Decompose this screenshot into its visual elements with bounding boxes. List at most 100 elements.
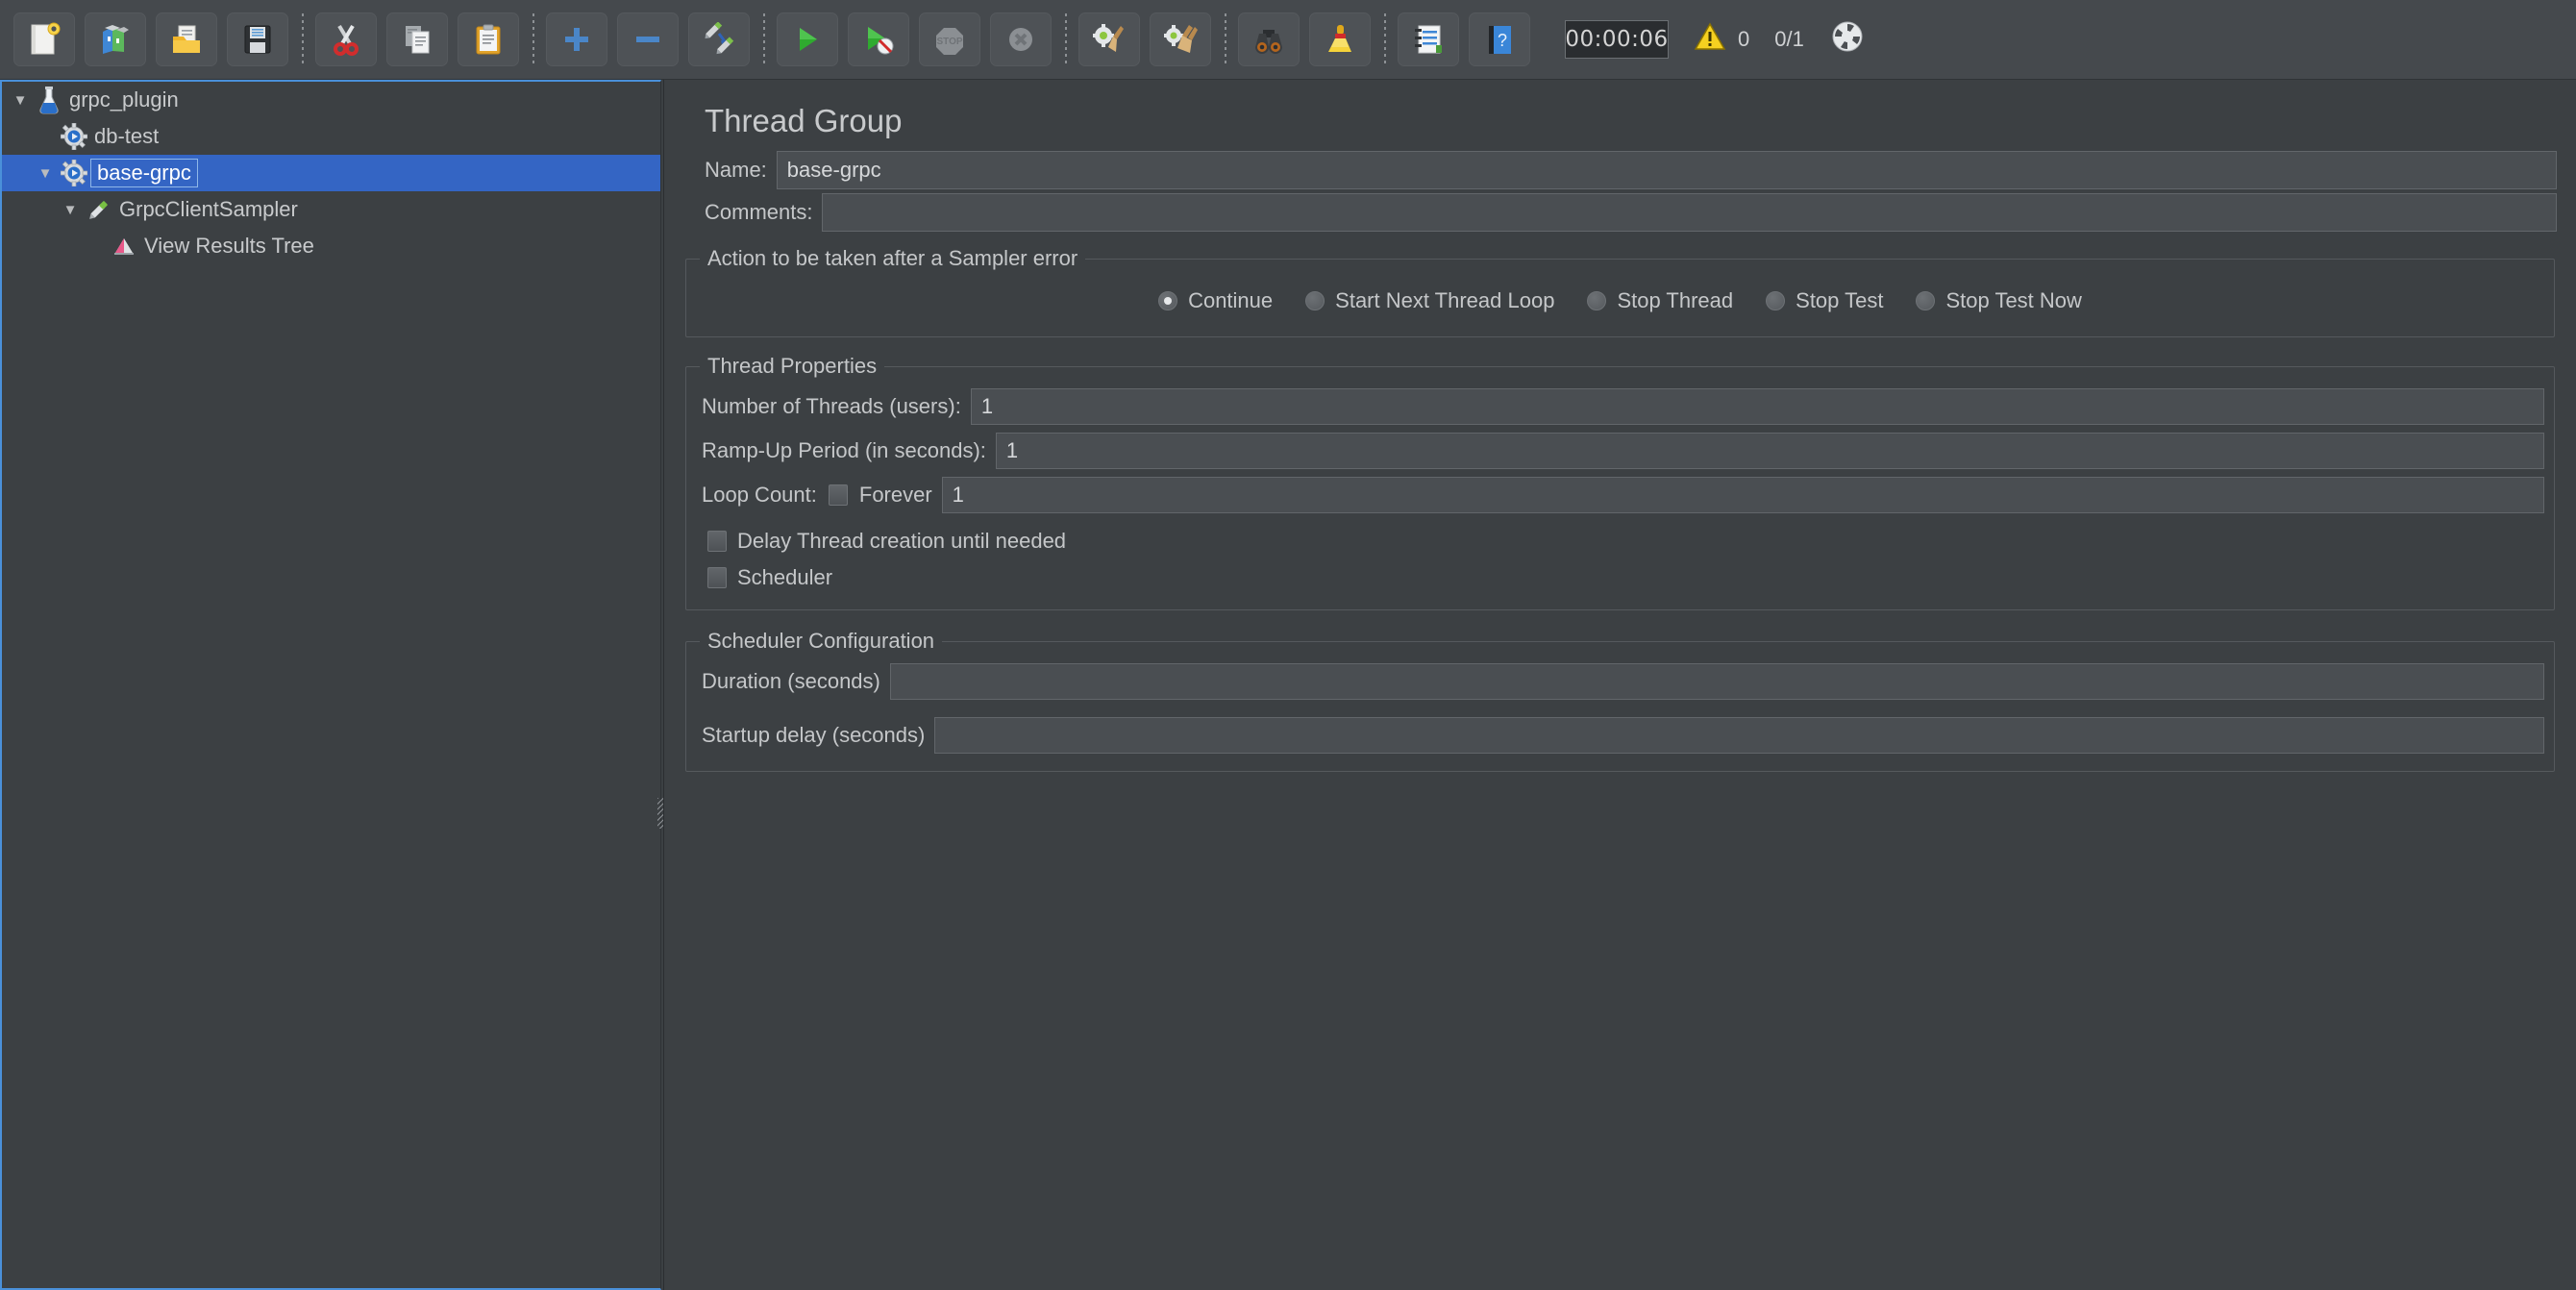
cut-button[interactable] [315, 12, 377, 66]
open-button[interactable] [156, 12, 217, 66]
svg-text:STOP: STOP [936, 37, 962, 47]
radio-label: Start Next Thread Loop [1335, 288, 1554, 313]
green-play-no-timer-icon [862, 22, 895, 57]
expand-all-button[interactable] [546, 12, 607, 66]
tree-node-view-results-tree[interactable]: View Results Tree [2, 228, 660, 264]
radio-label: Stop Test Now [1945, 288, 2081, 313]
tree-node-grpc-plugin[interactable]: ▼ grpc_plugin [2, 82, 660, 118]
radio-dot-icon[interactable] [1587, 291, 1606, 310]
help-button[interactable]: ? [1469, 12, 1530, 66]
test-plan-tree[interactable]: ▼ grpc_plugin db-test ▼ base-grpc ▼ Grpc… [0, 80, 661, 1290]
paste-button[interactable] [458, 12, 519, 66]
clear-all-button[interactable] [1150, 12, 1211, 66]
save-floppy-icon [241, 22, 274, 57]
warning-status[interactable]: 0 [1694, 21, 1749, 58]
toolbar-separator [1065, 13, 1067, 65]
tree-node-label: View Results Tree [140, 234, 314, 259]
radio-dot-icon[interactable] [1158, 291, 1177, 310]
thread-group-editor: Thread Group Name: base-grpc Comments: A… [663, 80, 2576, 1290]
binoculars-icon [1251, 22, 1286, 57]
expand-arrow-icon[interactable]: ▼ [8, 92, 33, 109]
clear-button[interactable] [1078, 12, 1140, 66]
radio-dot-icon[interactable] [1305, 291, 1325, 310]
scheduler-row[interactable]: Scheduler [696, 559, 2544, 596]
startup-delay-row: Startup delay (seconds) [696, 713, 2544, 757]
delay-thread-checkbox[interactable] [707, 531, 727, 552]
radio-stop-test[interactable]: Stop Test [1766, 288, 1883, 313]
tree-node-label: GrpcClientSampler [115, 197, 298, 222]
templates-button[interactable] [85, 12, 146, 66]
blue-help-book-icon: ? [1483, 22, 1516, 57]
forever-checkbox[interactable] [829, 484, 848, 506]
tree-node-grpc-client-sampler[interactable]: ▼ GrpcClientSampler [2, 191, 660, 228]
thread-counter: 0/1 [1774, 27, 1804, 52]
ramp-up-row: Ramp-Up Period (in seconds): 1 [696, 429, 2544, 473]
thread-properties-legend: Thread Properties [700, 354, 884, 379]
radio-label: Stop Test [1796, 288, 1883, 313]
minus-icon [632, 22, 664, 57]
function-helper-button[interactable] [1398, 12, 1459, 66]
collapse-all-button[interactable] [617, 12, 679, 66]
radio-stop-thread[interactable]: Stop Thread [1587, 288, 1733, 313]
copy-button[interactable] [386, 12, 448, 66]
tree-node-base-grpc[interactable]: ▼ base-grpc [2, 155, 660, 191]
shutdown-button[interactable] [990, 12, 1052, 66]
toggle-button[interactable] [688, 12, 750, 66]
expand-arrow-icon[interactable]: ▼ [33, 165, 58, 182]
warning-count: 0 [1738, 27, 1749, 52]
scheduler-checkbox[interactable] [707, 567, 727, 588]
elapsed-timer: 00:00:06 [1565, 20, 1669, 59]
green-pencil-icon [83, 196, 115, 223]
forever-label: Forever [859, 483, 932, 508]
sampler-error-group: Action to be taken after a Sampler error… [685, 259, 2555, 337]
loop-count-row: Loop Count: Forever 1 [696, 473, 2544, 517]
number-of-threads-input[interactable]: 1 [971, 388, 2544, 425]
paste-clipboard-icon [472, 22, 505, 57]
comments-label: Comments: [705, 200, 812, 225]
ramp-up-input[interactable]: 1 [996, 433, 2544, 469]
notebook-icon [1412, 22, 1445, 57]
save-button[interactable] [227, 12, 288, 66]
radio-stop-test-now[interactable]: Stop Test Now [1916, 288, 2081, 313]
tree-node-label: grpc_plugin [65, 87, 179, 112]
radio-continue[interactable]: Continue [1158, 288, 1273, 313]
page-title: Thread Group [664, 80, 2576, 149]
number-of-threads-row: Number of Threads (users): 1 [696, 385, 2544, 429]
comments-input[interactable] [822, 193, 2557, 232]
comments-row: Comments: [664, 191, 2576, 234]
warning-triangle-icon [1694, 21, 1726, 58]
loop-count-input[interactable]: 1 [942, 477, 2544, 513]
loop-count-label: Loop Count: [702, 483, 817, 508]
radio-label: Stop Thread [1617, 288, 1733, 313]
start-no-timers-button[interactable] [848, 12, 909, 66]
tree-node-label: base-grpc [90, 159, 198, 187]
shutdown-x-icon [1004, 22, 1037, 57]
svg-text:?: ? [1498, 31, 1507, 50]
new-test-plan-button[interactable] [13, 12, 75, 66]
name-label: Name: [705, 158, 767, 183]
flask-icon [33, 86, 65, 114]
startup-delay-input[interactable] [934, 717, 2544, 754]
results-chart-icon [108, 234, 140, 259]
expand-arrow-icon[interactable]: ▼ [58, 202, 83, 218]
name-input[interactable]: base-grpc [777, 151, 2557, 189]
toolbar-separator [533, 13, 534, 65]
radio-dot-icon[interactable] [1766, 291, 1785, 310]
radio-dot-icon[interactable] [1916, 291, 1935, 310]
tree-node-db-test[interactable]: db-test [2, 118, 660, 155]
plus-icon [560, 22, 593, 57]
sampler-error-radio-group: Continue Start Next Thread Loop Stop Thr… [696, 277, 2544, 323]
radio-start-next-thread-loop[interactable]: Start Next Thread Loop [1305, 288, 1554, 313]
stop-button[interactable]: STOP [919, 12, 980, 66]
start-button[interactable] [777, 12, 838, 66]
toolbar-separator [763, 13, 765, 65]
reset-search-button[interactable] [1309, 12, 1371, 66]
search-button[interactable] [1238, 12, 1300, 66]
gear-double-broom-icon [1163, 22, 1198, 57]
duration-input[interactable] [890, 663, 2544, 700]
sampler-error-legend: Action to be taken after a Sampler error [700, 246, 1085, 271]
connection-status[interactable] [1829, 18, 1866, 61]
open-folder-icon [170, 22, 203, 57]
delay-thread-row[interactable]: Delay Thread creation until needed [696, 523, 2544, 559]
startup-delay-label: Startup delay (seconds) [702, 723, 925, 748]
